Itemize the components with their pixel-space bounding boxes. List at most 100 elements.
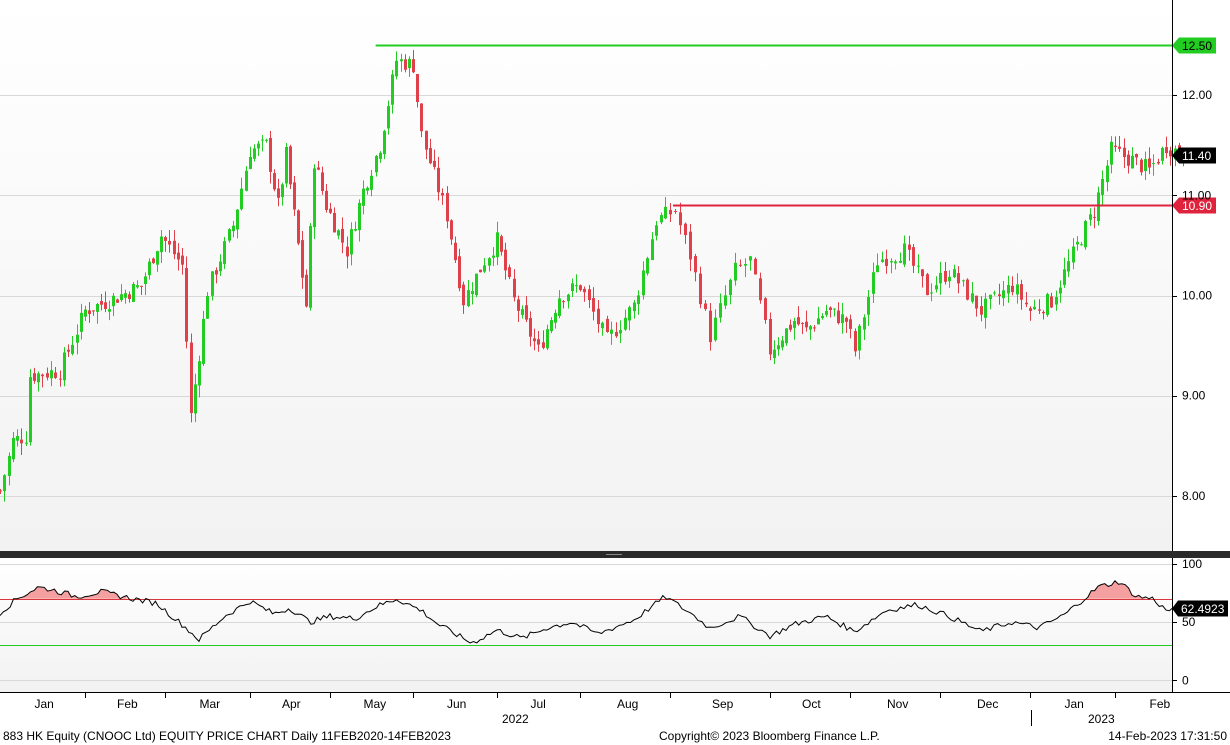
candle-down [140,285,143,287]
candle-down [458,256,461,289]
candle-down [33,373,36,381]
candle-down [441,192,444,196]
candle-down [912,247,915,266]
candle-up [1067,261,1070,272]
candle-down [437,167,440,193]
x-axis: Jan Feb Mar Apr May Jun Jul Aug Sep Oct Nov Dec Jan F… [35,692,1171,726]
candle-up [379,152,382,159]
candle-up [383,130,386,155]
candle-up [894,261,897,264]
candle-up [1097,192,1100,221]
x-month-label: Feb [1150,697,1171,711]
candle-down [173,240,176,255]
candle-down [769,319,772,355]
candle-down [301,240,304,278]
candle-up [744,264,747,266]
candle-up [337,230,340,236]
candle-up [633,302,636,312]
candle-up [1089,214,1092,220]
x-year-label: 2022 [502,712,529,726]
candle-down [694,256,697,273]
candle-up [646,258,649,274]
candle-down [46,373,49,378]
candle-down [1118,146,1121,149]
y-tick-label: 10.00 [1182,289,1212,303]
candle-up [281,184,284,198]
candle-down [684,223,687,236]
candle-up [867,296,870,315]
candle-down [329,208,332,213]
x-month-label: Nov [887,697,908,711]
candle-up [664,206,667,219]
candle-up [939,272,942,284]
candle-up [935,285,938,290]
candle-up [1046,294,1049,315]
candle-up [488,258,491,266]
candle-up [249,156,252,169]
candle-down [669,209,672,215]
candle-down [837,310,840,324]
candle-down [185,268,188,342]
candle-up [917,265,920,267]
candle-up [132,284,135,302]
candle-down [533,338,536,342]
candle-down [433,160,436,167]
candle-up [1072,246,1075,263]
candle-up [309,225,312,308]
candle-down [980,306,983,315]
candle-up [833,308,836,310]
candle-up [876,265,879,273]
candle-down [177,252,180,260]
x-month-label: Jan [1065,697,1084,711]
y-tick-label: 11.00 [1182,188,1211,202]
candle-up [521,309,524,315]
candle-up [567,294,570,302]
candle-up [558,298,561,317]
candle-up [354,229,357,231]
candle-up [619,329,622,334]
candle-down [709,310,712,343]
candle-down [500,236,503,252]
candle-down [317,167,320,170]
candle-up [375,156,378,173]
candle-up [953,269,956,278]
candle-up [550,320,553,332]
candle-up [71,344,74,354]
x-month-label: Jun [447,697,466,711]
candle-down [1011,285,1014,293]
x-month-label: Jul [531,697,546,711]
candle-up [1161,147,1164,161]
candle-up [211,271,214,296]
candle-up [265,139,268,141]
candle-down [128,294,131,300]
candle-up [366,187,369,191]
candle-down [615,331,618,337]
candle-down [926,274,929,296]
candle-up [825,310,828,315]
candle-up [236,209,239,230]
candle-up [285,146,288,184]
rsi-last-label: 62.4923 [1181,602,1225,616]
candle-up [8,455,11,476]
candle-down [1140,159,1143,173]
candle-up [313,168,316,228]
candle-down [975,295,978,309]
y-tick-label: 12.00 [1182,88,1212,102]
candle-down [797,317,800,325]
x-month-label: Aug [617,697,638,711]
candle-down [67,349,70,352]
candle-down [1148,158,1151,168]
candle-down [1114,145,1117,147]
candle-up [724,295,727,306]
candle-down [1020,284,1023,300]
candle-up [651,239,654,261]
candle-up [993,292,996,294]
candle-up [930,292,933,294]
candle-down [446,193,449,222]
candle-up [206,295,209,319]
candle-up [496,232,499,258]
candle-up [841,314,844,324]
candle-down [583,288,586,293]
candle-down [346,246,349,257]
candle-up [245,170,248,191]
